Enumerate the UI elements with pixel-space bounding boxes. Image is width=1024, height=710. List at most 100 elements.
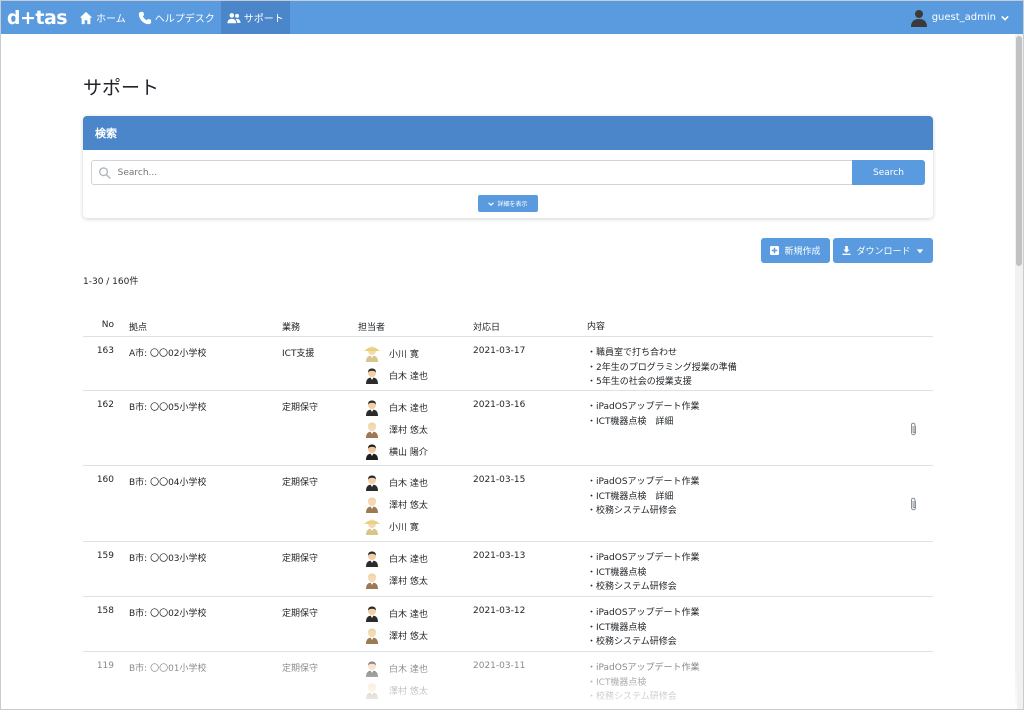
content-line: ・校務システム研修会: [587, 637, 677, 647]
row-location[interactable]: A市: 〇〇02小学校: [129, 346, 207, 359]
download-button[interactable]: ダウンロード: [833, 238, 933, 263]
row-no: 163: [96, 346, 114, 356]
row-location[interactable]: B市: 〇〇05小学校: [129, 400, 207, 413]
row-staff: 白木 達也 澤村 悠太 小川 寛: [363, 471, 428, 537]
row-staff: 白木 達也澤村 悠太横山 陽介: [363, 396, 428, 462]
user-menu[interactable]: guest_admin: [910, 1, 1009, 34]
search-icon: [99, 166, 111, 179]
table-row[interactable]: 159 B市: 〇〇03小学校 定期保守 白木 達也 澤村 悠太 2021-03-13 ・i…: [83, 542, 933, 597]
search-box[interactable]: [91, 160, 852, 185]
row-content: ・iPadOSアップデート作業 ・ICT機器点検 ・校務システム研修会: [587, 606, 700, 650]
nav-item-helpdesk[interactable]: ヘルプデスク: [132, 1, 221, 34]
header-date[interactable]: 対応日: [473, 320, 500, 333]
header-content[interactable]: 内容: [587, 320, 605, 335]
header-location[interactable]: 拠点: [129, 320, 147, 333]
content-line: ・校務システム研修会: [587, 692, 677, 702]
row-location[interactable]: B市: 〇〇01小学校: [129, 661, 207, 674]
header-staff[interactable]: 担当者: [358, 320, 385, 333]
staff-name: 白木 達也: [389, 554, 428, 565]
content-line: ・iPadOSアップデート作業: [587, 477, 700, 487]
content-line: ・職員室で打ち合わせ: [587, 348, 678, 358]
user-avatar-icon: [910, 9, 927, 27]
row-location[interactable]: B市: 〇〇02小学校: [129, 606, 207, 619]
row-date: 2021-03-15: [473, 475, 526, 485]
staff-name: 澤村 悠太: [389, 686, 428, 697]
content-line: ・iPadOSアップデート作業: [587, 608, 700, 618]
header-type[interactable]: 業務: [282, 320, 300, 333]
staff-member: 澤村 悠太: [363, 493, 428, 515]
row-staff: 白木 達也澤村 悠太: [363, 602, 428, 646]
row-type: 定期保守: [282, 554, 319, 564]
row-date: 2021-03-13: [473, 551, 526, 561]
search-button[interactable]: Search: [852, 160, 925, 185]
result-count: 1-30 / 160件: [83, 277, 139, 287]
staff-member: 白木 達也: [363, 364, 428, 386]
table-body: 163 A市: 〇〇02小学校 ICT支援 小川 寛白木 達也 2021-03-17 ・職…: [83, 337, 933, 709]
content-line: ・ICT機器点検 詳細: [587, 491, 674, 502]
staff-member: 澤村 悠太: [363, 624, 428, 646]
content-line: ・iPadOSアップデート作業: [587, 663, 700, 673]
row-no: 160: [96, 475, 114, 485]
staff-member: 小川 寛: [363, 342, 428, 364]
row-staff: 白木 達也澤村 悠太: [363, 657, 428, 701]
staff-member: 白木 達也: [363, 602, 428, 624]
nav-item-home[interactable]: ホーム: [73, 1, 132, 34]
row-content: ・iPadOSアップデート作業 ・ICT機器点検 詳細 ・校務システム研修会: [587, 475, 700, 519]
avatar: [363, 681, 381, 699]
create-new-button[interactable]: 新規作成: [761, 238, 830, 263]
content-line: ・校務システム研修会: [587, 582, 677, 592]
staff-name: 横山 陽介: [389, 447, 428, 458]
staff-name: 小川 寛: [389, 522, 419, 533]
table-row[interactable]: 158 B市: 〇〇02小学校 定期保守 白木 達也 澤村 悠太 2021-03-12 ・i…: [83, 597, 933, 652]
show-details-label: 詳細を表示: [497, 201, 528, 208]
content-line: ・2年生のプログラミング授業の準備: [587, 362, 737, 373]
content-line: ・ICT機器点検 詳細: [587, 416, 674, 427]
staff-name: 白木 達也: [389, 371, 428, 382]
search-input[interactable]: [117, 167, 852, 178]
avatar: [363, 495, 381, 513]
table-row[interactable]: 162 B市: 〇〇05小学校 定期保守 白木 達也 澤村 悠太 横山 陽介 2021-03…: [83, 391, 933, 466]
staff-member: 澤村 悠太: [363, 418, 428, 440]
scrollbar-thumb[interactable]: [1016, 36, 1022, 266]
row-staff: 白木 達也 澤村 悠太: [363, 547, 428, 591]
row-location[interactable]: B市: 〇〇04小学校: [129, 475, 207, 488]
row-date: 2021-03-17: [473, 346, 526, 356]
attachment-icon[interactable]: [909, 497, 918, 514]
avatar: [363, 420, 381, 438]
row-no: 162: [96, 400, 114, 410]
logo[interactable]: d+tas: [1, 1, 73, 34]
nav-item-support[interactable]: サポート: [220, 1, 290, 34]
staff-name: 白木 達也: [389, 609, 428, 620]
row-content: ・iPadOSアップデート作業 ・ICT機器点検 ・校務システム研修会: [587, 661, 700, 705]
row-date: 2021-03-12: [473, 606, 526, 616]
staff-name: 白木 達也: [389, 664, 428, 675]
avatar: [363, 398, 381, 416]
caret-down-icon: [916, 248, 923, 253]
show-details-button[interactable]: 詳細を表示: [478, 195, 538, 212]
scrollbar[interactable]: [1015, 34, 1023, 709]
row-content: ・職員室で打ち合わせ ・2年生のプログラミング授業の準備 ・5年生の社会の授業支援: [587, 346, 737, 390]
phone-icon: [138, 11, 151, 24]
staff-member: 白木 達也: [363, 396, 428, 418]
search-card-header: 検索: [83, 116, 933, 150]
download-label: ダウンロード: [856, 247, 911, 257]
staff-name: 白木 達也: [389, 403, 428, 414]
table-row[interactable]: 163 A市: 〇〇02小学校 ICT支援 小川 寛白木 達也 2021-03-17 ・職…: [83, 337, 933, 391]
avatar: [363, 604, 381, 622]
table-row[interactable]: 160 B市: 〇〇04小学校 定期保守 白木 達也 澤村 悠太 小川 寛 2021-03-…: [83, 466, 933, 542]
staff-member: 澤村 悠太: [363, 679, 428, 701]
attachment-icon[interactable]: [909, 422, 918, 439]
table-row[interactable]: 119 B市: 〇〇01小学校 定期保守 白木 達也 澤村 悠太 2021-03-11 ・i…: [83, 652, 933, 709]
staff-member: 白木 達也: [363, 547, 428, 569]
row-staff: 小川 寛白木 達也: [363, 342, 428, 386]
header-no[interactable]: No: [83, 320, 114, 330]
search-row: Search: [91, 160, 925, 185]
users-icon: [227, 12, 241, 23]
row-location[interactable]: B市: 〇〇03小学校: [129, 551, 207, 564]
row-type: 定期保守: [282, 478, 319, 488]
nav-item-label: ホーム: [96, 14, 126, 25]
content-line: ・iPadOSアップデート作業: [587, 553, 700, 563]
app-window: d+tas ホーム ヘルプデスク サポート guest_admin サポート 検…: [0, 0, 1024, 710]
content-line: ・iPadOSアップデート作業: [587, 402, 700, 412]
row-type: 定期保守: [282, 403, 319, 413]
